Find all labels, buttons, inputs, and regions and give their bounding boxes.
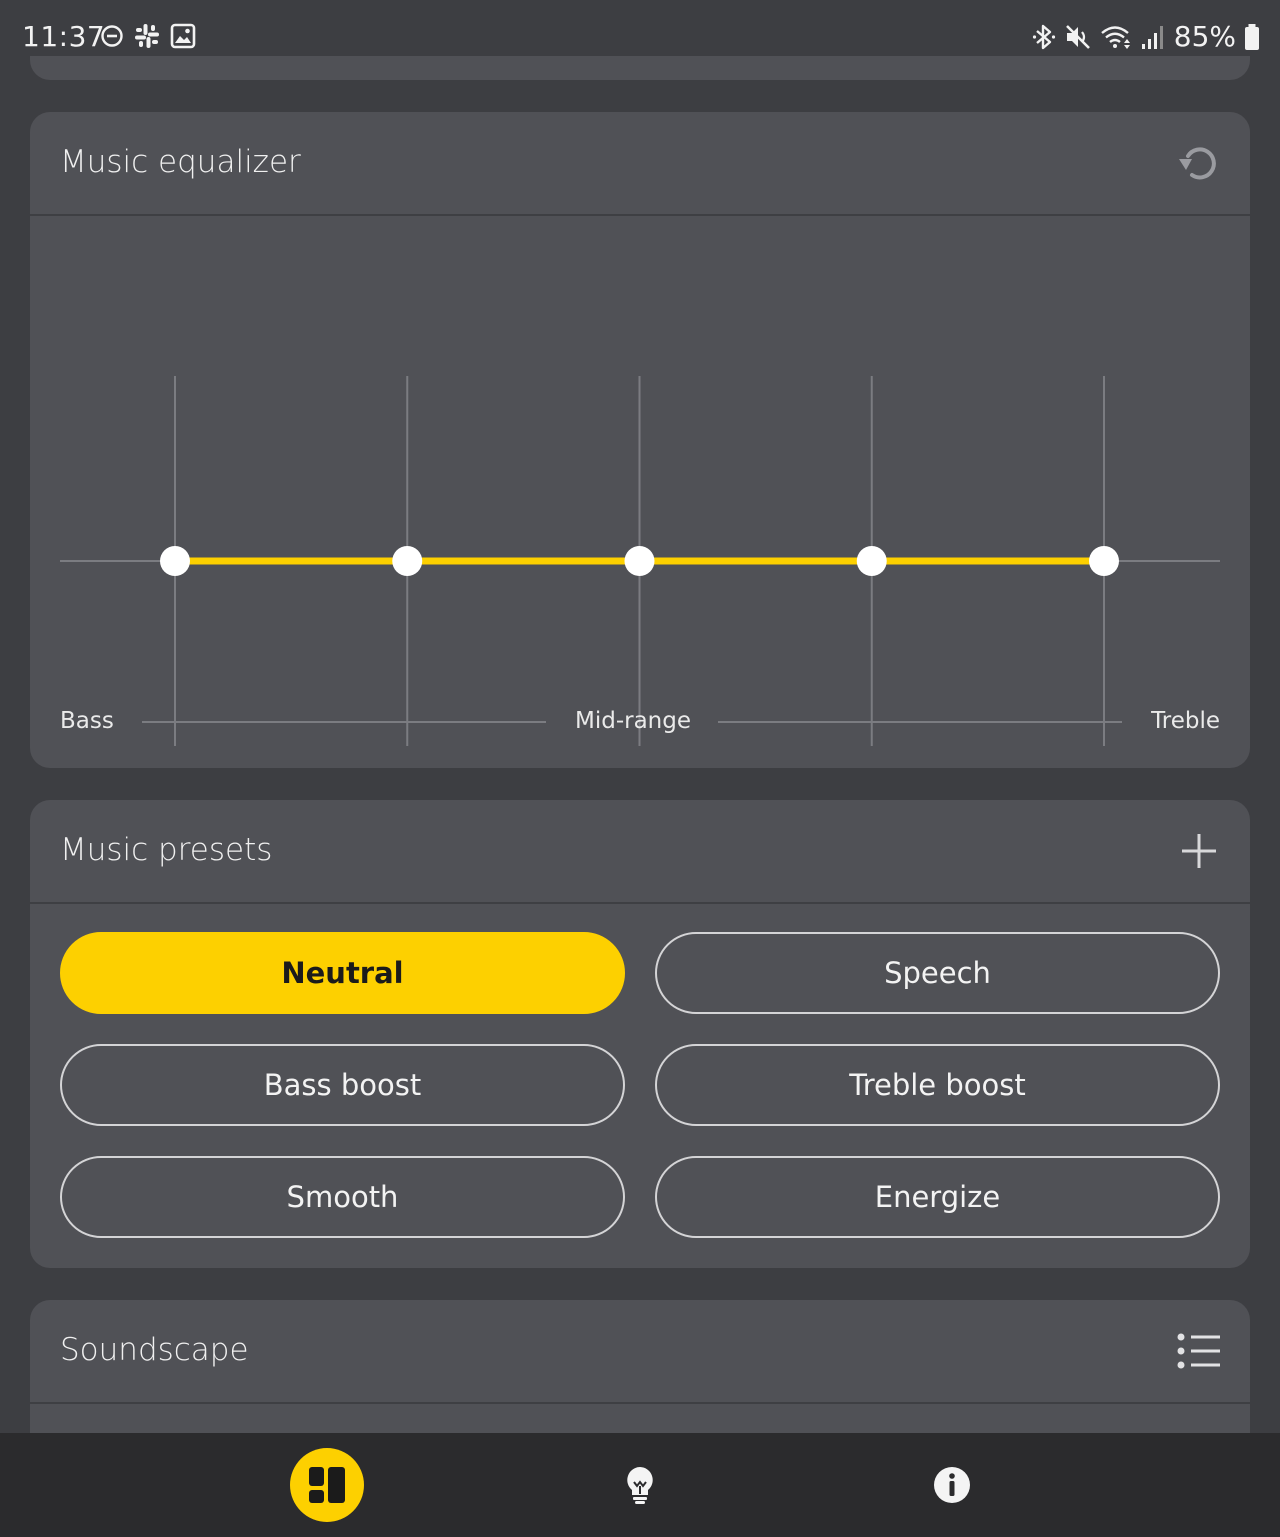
status-time: 11:37: [22, 20, 106, 53]
equalizer-graph[interactable]: [30, 216, 1250, 768]
presets-card: Music presets Neutral Speech Bass boost …: [30, 800, 1250, 1268]
mid-range-label: Mid-range: [575, 708, 692, 734]
mid-treble-divider: [718, 721, 1122, 723]
soundscape-title: Soundscape: [60, 1332, 249, 1368]
battery-percentage: 85%: [1173, 20, 1236, 53]
eq-band-handle[interactable]: [856, 546, 887, 576]
preset-smooth-button[interactable]: Smooth: [60, 1156, 625, 1238]
eq-band-handle[interactable]: [160, 546, 190, 576]
preset-bass-boost-button[interactable]: Bass boost: [60, 1044, 625, 1126]
reset-icon: [1179, 147, 1216, 180]
soundscape-list-button[interactable]: [1176, 1328, 1222, 1374]
dashboard-icon: [309, 1467, 345, 1503]
nav-info[interactable]: [915, 1448, 989, 1522]
reset-equalizer-button[interactable]: [1176, 140, 1222, 186]
nav-dashboard[interactable]: [290, 1448, 364, 1522]
eq-band-labels: Bass Mid-range Treble: [60, 708, 1220, 738]
slack-icon: [135, 24, 159, 48]
gallery-icon: [170, 23, 196, 49]
wifi-icon: [1100, 25, 1130, 49]
equalizer-title: Music equalizer: [60, 144, 301, 180]
presets-title: Music presets: [60, 832, 273, 868]
plus-icon: [1182, 834, 1216, 868]
equalizer-header: Music equalizer: [30, 112, 1250, 216]
preset-treble-boost-button[interactable]: Treble boost: [655, 1044, 1220, 1126]
preset-energize-button[interactable]: Energize: [655, 1156, 1220, 1238]
previous-card-bottom: [30, 56, 1250, 80]
bottom-navigation: [0, 1433, 1280, 1537]
list-icon: [1177, 1333, 1220, 1369]
info-icon: [934, 1467, 970, 1503]
soundscape-header: Soundscape: [30, 1300, 1250, 1404]
preset-speech-button[interactable]: Speech: [655, 932, 1220, 1014]
status-left-icons: [100, 23, 196, 49]
bass-mid-divider: [142, 721, 546, 723]
equalizer-card: Music equalizer Bass Mid-range Treble: [30, 112, 1250, 768]
eq-band-handle[interactable]: [624, 546, 655, 576]
presets-header: Music presets: [30, 800, 1250, 904]
signal-icon: [1141, 25, 1163, 49]
add-preset-button[interactable]: [1176, 828, 1222, 874]
lightbulb-icon: [627, 1467, 653, 1504]
treble-label: Treble: [1151, 708, 1220, 734]
do-not-disturb-icon: [101, 25, 123, 47]
nav-tips[interactable]: [603, 1448, 677, 1522]
volume-muted-icon: [1065, 24, 1090, 49]
eq-band-handle[interactable]: [392, 546, 423, 576]
battery-icon: [1245, 23, 1259, 50]
preset-grid: Neutral Speech Bass boost Treble boost S…: [60, 932, 1220, 1238]
preset-neutral-button[interactable]: Neutral: [60, 932, 625, 1014]
eq-band-handle[interactable]: [1089, 546, 1119, 576]
status-right-icons: 85%: [1032, 20, 1260, 53]
bass-label: Bass: [60, 708, 114, 734]
bluetooth-icon: [1032, 24, 1055, 49]
